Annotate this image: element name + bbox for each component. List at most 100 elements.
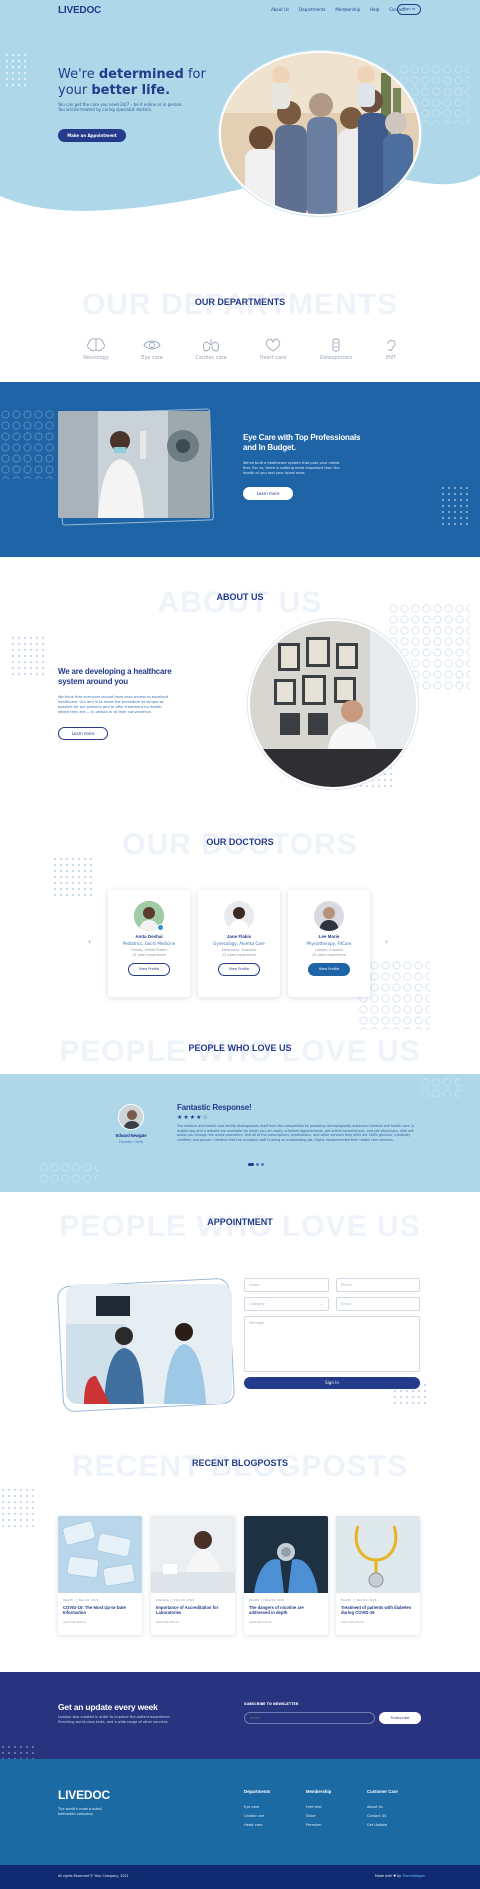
dept-label: Neurology	[83, 355, 109, 361]
blog-date: Nov 02, 2021	[78, 1598, 99, 1602]
blog-card[interactable]: Health ▢ Nov 02, 2021 COVID-19: The Most…	[58, 1516, 142, 1635]
footer-link[interactable]: Get Update	[367, 1823, 398, 1827]
blog-image-lab	[151, 1516, 235, 1593]
footer: LIVEDOC The world's most trusted telehea…	[0, 1759, 480, 1875]
hero-section: LIVEDOC About Us Departments Membership …	[0, 0, 480, 238]
category-select[interactable]: Category ⌄	[244, 1297, 329, 1311]
dept-label: Osteoporosis	[319, 355, 353, 361]
appointment-ghost-title: PEOPLE WHO LOVE US	[59, 1210, 421, 1243]
calendar-icon: ▢	[170, 1598, 174, 1602]
blog-title-text: The dangers of nicotine are addressed in…	[249, 1605, 304, 1616]
blog-card[interactable]: Lifestyle ▢ Nov 03, 2021 Importance of A…	[151, 1516, 235, 1635]
dept-osteoporosis[interactable]: Osteoporosis	[316, 338, 356, 361]
family-photo	[219, 51, 421, 216]
doctors-title: OUR DOCTORS	[206, 837, 274, 847]
newsletter-email-input[interactable]	[244, 1712, 375, 1724]
blog-date: Dec 02, 2021	[356, 1598, 377, 1602]
doctor-specialty: Physiotherapy, FitCare	[306, 941, 352, 946]
carousel-prev-button[interactable]: ‹	[88, 937, 91, 946]
footer-link[interactable]: Cardiac are	[244, 1814, 270, 1818]
blog-category: Health	[63, 1598, 73, 1602]
read-more-link[interactable]: read full article	[58, 1618, 142, 1624]
phone-input[interactable]: Phone	[336, 1278, 420, 1292]
eye-care-learn-more-button[interactable]: Learn more	[243, 487, 293, 500]
copyright: All rights Reserved © Your Company, 2021	[58, 1874, 129, 1878]
footer-col-departments: Departments Eye care Cardiac are Heart c…	[244, 1789, 270, 1832]
category-select-value: Category	[249, 1302, 265, 1306]
blog-card[interactable]: Health ▢ Nov 02, 2021 The dangers of nic…	[244, 1516, 328, 1635]
star-rating: ★★★★☆	[177, 1114, 209, 1121]
doctor-name: Anita Deshai	[135, 934, 163, 939]
message-textarea[interactable]: Message	[244, 1316, 420, 1372]
subscribe-button[interactable]: Subscribe	[379, 1712, 421, 1724]
nav-help[interactable]: Help	[370, 7, 379, 12]
about-section: ABOUT US ABOUT US We are developing a he…	[0, 557, 480, 827]
footer-brand[interactable]: LIVEDOC	[58, 1788, 110, 1802]
verified-icon	[157, 924, 164, 931]
footer-link[interactable]: Premium	[306, 1823, 331, 1827]
read-more-link[interactable]: read full article	[151, 1618, 235, 1624]
footer-link[interactable]: Heart care	[244, 1823, 270, 1827]
blog-date: Nov 03, 2021	[174, 1598, 195, 1602]
appointment-submit-button[interactable]: Sign In	[244, 1377, 420, 1389]
dept-label: Eye care	[141, 355, 163, 361]
carousel-dot-active[interactable]	[248, 1163, 254, 1166]
doctor-specialty: Gynecology, Alomka Care	[213, 941, 265, 946]
read-more-link[interactable]: read full article	[244, 1618, 328, 1624]
dept-eye-care[interactable]: Eye care	[132, 338, 172, 361]
eye-care-section: Eye Care with Top Professionals and In B…	[0, 382, 480, 557]
read-more-link[interactable]: read full article	[336, 1618, 420, 1624]
dept-label: ENT	[386, 355, 396, 361]
departments-list: Neurology Eye care Cardiac care Heart ca…	[0, 238, 480, 382]
review-title: Fantastic Response!	[177, 1103, 252, 1112]
view-profile-button[interactable]: View Profile	[128, 963, 170, 976]
view-profile-button[interactable]: View Profile	[218, 963, 260, 976]
blog-card[interactable]: Health ▢ Dec 02, 2021 Treatment of patie…	[336, 1516, 420, 1635]
footer-link[interactable]: Free trial	[306, 1805, 331, 1809]
doctor-experience: 20 years experience	[312, 953, 346, 957]
calendar-icon: ▢	[352, 1598, 356, 1602]
footer-link[interactable]: About Us	[367, 1805, 398, 1809]
about-learn-more-button[interactable]: Learn more	[58, 727, 108, 740]
carousel-dot[interactable]	[261, 1163, 264, 1166]
doctor-name: Lee Marie	[318, 934, 340, 939]
nav-about-us[interactable]: About Us	[271, 7, 289, 12]
dot-pattern	[0, 1487, 34, 1527]
footer-link[interactable]: Silver	[306, 1814, 331, 1818]
heart-icon	[265, 338, 281, 352]
doctor-avatar	[224, 901, 254, 931]
blog-image-masks	[58, 1516, 142, 1593]
review-text: The medical and health care facility dis…	[177, 1124, 414, 1142]
make-appointment-button[interactable]: Make an Appointment	[58, 129, 126, 142]
dept-ent[interactable]: ENT	[371, 338, 411, 361]
blog-title: RECENT BLOGPOSTS	[191, 1458, 288, 1468]
footer-link[interactable]: Eye care	[244, 1805, 270, 1809]
carousel-dot[interactable]	[256, 1163, 259, 1166]
doctor-card: Anita Deshai Pediatrics, Gochi Medicine …	[108, 890, 190, 997]
dept-cardiac-care[interactable]: Cardiac care	[191, 338, 231, 361]
dept-neurology[interactable]: Neurology	[76, 338, 116, 361]
hero-title-part: your	[58, 83, 92, 98]
circle-pattern	[38, 1162, 98, 1186]
dept-label: Heart care	[259, 355, 287, 361]
footer-col-membership: Membership Free trial Silver Premium	[306, 1789, 331, 1832]
footer-col-heading: Departments	[244, 1789, 271, 1794]
footer-link[interactable]: Contact US	[367, 1814, 398, 1818]
nav-departments[interactable]: Departments	[299, 7, 325, 12]
hero-title-emphasis: determined	[98, 67, 184, 82]
themewagon-link[interactable]: ThemeWagon	[402, 1874, 425, 1878]
view-profile-button[interactable]: View Profile	[308, 963, 350, 976]
dept-heart-care[interactable]: Heart care	[253, 338, 293, 361]
dept-label: Cardiac care	[195, 355, 227, 361]
sign-in-button[interactable]: Sign in	[397, 4, 421, 15]
carousel-next-button[interactable]: ›	[385, 937, 388, 946]
name-input[interactable]: Name	[244, 1278, 329, 1292]
email-input[interactable]: Email	[336, 1297, 420, 1311]
hero-subtitle: You can get the care you need 24/7 – be …	[58, 102, 183, 113]
about-title: ABOUT US	[216, 592, 264, 602]
nav-membership[interactable]: Membership	[335, 7, 360, 12]
testimonials-header: PEOPLE WHO LOVE US PEOPLE WHO LOVE US	[0, 1030, 480, 1070]
brand-logo[interactable]: LIVEDOC	[58, 5, 101, 16]
brain-icon	[87, 338, 105, 352]
reviewer-avatar	[118, 1104, 144, 1130]
